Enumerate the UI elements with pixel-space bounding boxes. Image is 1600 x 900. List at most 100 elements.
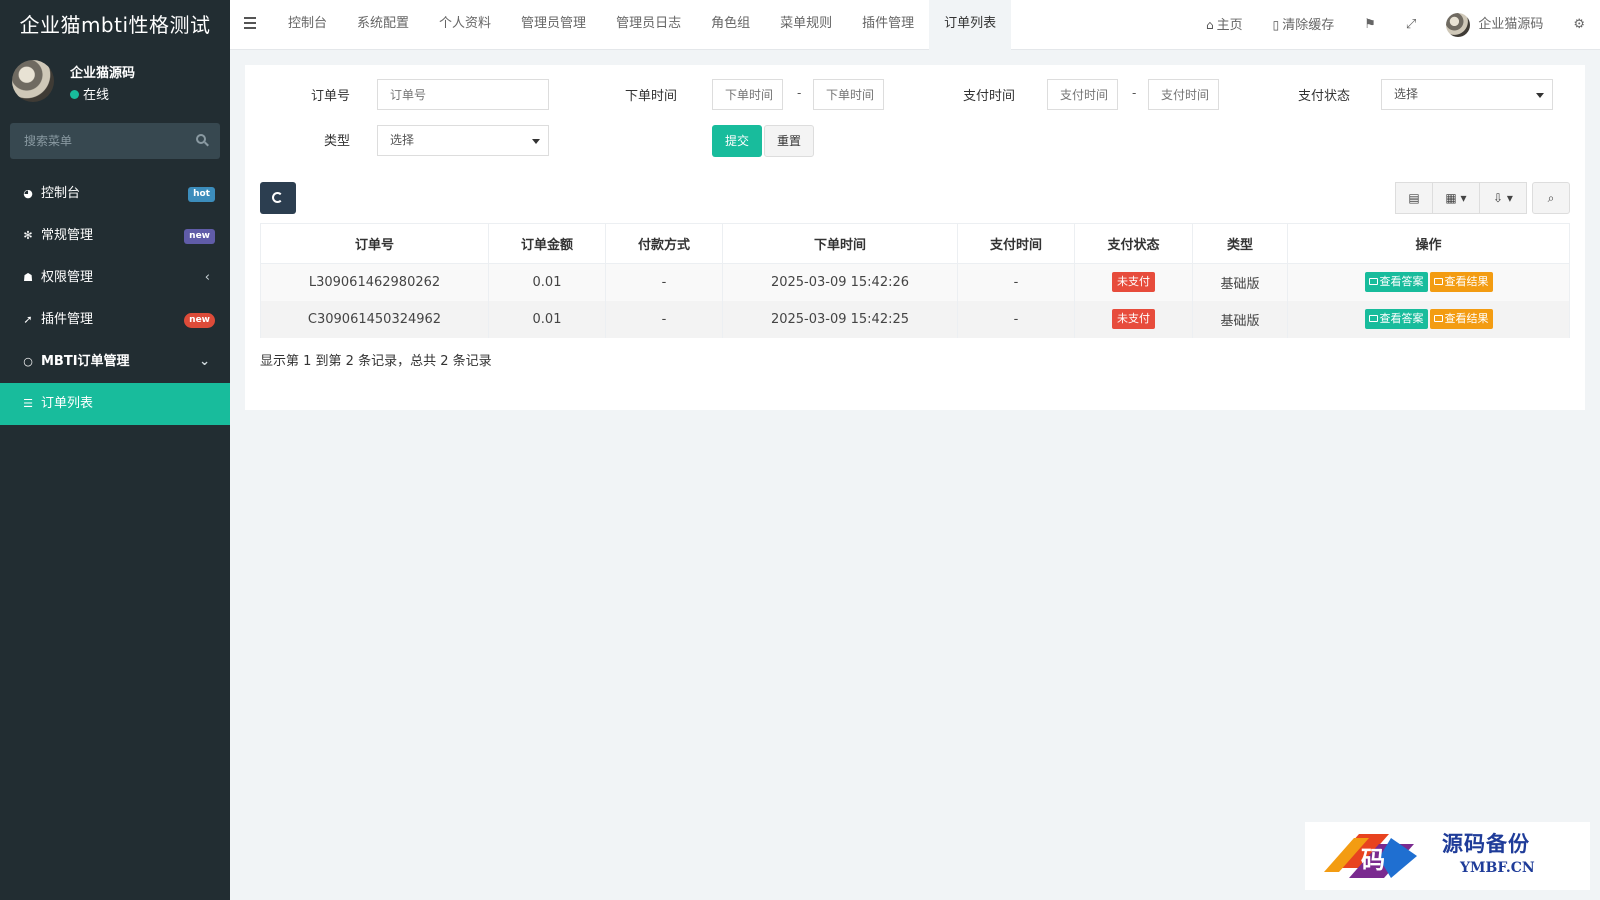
type-cell: 基础版 [1192,263,1288,301]
pay-time-from-input[interactable] [1047,79,1118,110]
table-row[interactable]: L309061462980262 0.01 - 2025-03-09 15:42… [260,263,1570,301]
export-button[interactable]: ⇩ ▾ [1479,182,1527,214]
chevron-left-icon: ‹ [204,270,210,285]
pay-method-cell: - [605,263,723,301]
pay-time-cell: - [957,263,1075,301]
top-navbar: 控制台 系统配置 个人资料 管理员管理 管理员日志 角色组 菜单规则 插件管理 … [230,0,1600,50]
tab-profile[interactable]: 个人资料 [424,0,506,50]
clear-cache-button[interactable]: ▯ 清除缓存 [1258,0,1350,51]
view-answer-button[interactable]: 查看答案 [1364,272,1428,293]
trash-icon: ▯ [1272,17,1280,32]
search-icon[interactable] [196,134,206,144]
order-time-to-input[interactable] [813,79,884,110]
app-brand[interactable]: 企业猫mbti性格测试 [0,0,230,50]
view-answer-label: 查看答案 [1379,275,1424,289]
rocket-icon: ➚ [23,313,33,326]
tab-menu-rules[interactable]: 菜单规则 [765,0,847,50]
table-row[interactable]: C309061450324962 0.01 - 2025-03-09 15:42… [260,300,1570,338]
type-cell: 基础版 [1192,300,1288,338]
sidebar-search-input[interactable] [10,123,220,159]
tab-role-group[interactable]: 角色组 [696,0,765,50]
tab-plugins[interactable]: 插件管理 [847,0,929,50]
refresh-button[interactable] [260,182,296,214]
toggle-view-button[interactable]: ▤ [1395,182,1433,214]
order-time-cell: 2025-03-09 15:42:25 [722,300,958,338]
watermark-en-text: YMBF.CN [1460,860,1535,876]
view-answer-button[interactable]: 查看答案 [1364,309,1428,329]
amount-cell: 0.01 [488,300,606,338]
submit-button[interactable]: 提交 [712,125,762,157]
table-search-button[interactable]: ⌕ [1532,182,1570,214]
column-header[interactable]: 订单号 [260,223,489,264]
folder-icon [1433,315,1443,322]
chevron-down-icon: ⌄ [199,354,210,369]
columns-icon: ▦ ▾ [1445,191,1467,205]
column-header[interactable]: 下单时间 [722,223,958,264]
pay-status-label: 支付状态 [1297,89,1350,104]
column-header[interactable]: 类型 [1192,223,1288,264]
pay-status-select[interactable]: 选择 [1381,79,1553,110]
new-badge: new [184,313,215,328]
language-icon[interactable]: ⚑ [1349,0,1391,50]
cogs-icon: ✻ [23,229,33,242]
reset-button[interactable]: 重置 [764,125,814,157]
sidebar-item-label: 权限管理 [41,270,94,285]
sidebar-item-mbti-orders[interactable]: ○ MBTI订单管理 ⌄ [0,341,230,383]
avatar [12,60,54,102]
order-time-from-input[interactable] [712,79,783,110]
sidebar-item-permissions[interactable]: ☗ 权限管理 ‹ [0,257,230,299]
view-result-button[interactable]: 查看结果 [1429,309,1493,329]
operations-cell: 查看答案 查看结果 [1287,300,1570,338]
column-header[interactable]: 付款方式 [605,223,723,264]
sidebar-item-plugins[interactable]: ➚ 插件管理 new [0,299,230,341]
order-time-cell: 2025-03-09 15:42:26 [722,263,958,301]
view-result-button[interactable]: 查看结果 [1429,272,1493,293]
column-header[interactable]: 支付状态 [1074,223,1193,264]
watermark-logo-icon: 码 [1324,834,1417,878]
order-no-cell: L309061462980262 [260,263,489,301]
tab-order-list[interactable]: 订单列表 [929,0,1012,50]
operations-cell: 查看答案 查看结果 [1287,263,1570,301]
user-status-text: 在线 [83,88,110,103]
orders-table: 订单号 订单金额 付款方式 下单时间 支付时间 支付状态 类型 操作 L3090… [260,223,1570,338]
sidebar-toggle-icon[interactable] [244,17,256,31]
order-time-label: 下单时间 [624,89,677,104]
order-no-input[interactable] [377,79,549,110]
tab-admin-manage[interactable]: 管理员管理 [506,0,601,50]
pay-status-value: 选择 [1394,87,1419,101]
order-no-label: 订单号 [310,89,350,104]
sidebar-item-order-list[interactable]: ☰ 订单列表 [0,383,230,425]
user-menu[interactable]: 企业猫源码 [1431,0,1558,50]
user-name: 企业猫源码 [70,66,136,81]
sidebar-item-general[interactable]: ✻ 常规管理 new [0,215,230,257]
home-link[interactable]: ⌂ 主页 [1191,0,1258,51]
folder-icon [1433,278,1443,286]
column-header[interactable]: 支付时间 [957,223,1075,264]
pay-time-to-input[interactable] [1148,79,1219,110]
fullscreen-icon[interactable]: ⤢ [1391,0,1431,50]
table-header-row: 订单号 订单金额 付款方式 下单时间 支付时间 支付状态 类型 操作 [260,223,1570,264]
search-icon: ⌕ [1547,191,1555,205]
list-view-icon: ▤ [1408,191,1420,205]
tab-dashboard[interactable]: 控制台 [273,0,342,50]
order-list-panel: 订单号 下单时间 - 支付时间 - 支付状态 选择 类型 选择 提交 重置 ▤ … [245,65,1585,410]
sidebar-item-label: 控制台 [41,186,81,201]
watermark-logo-char: 码 [1361,845,1385,874]
users-icon: ☗ [23,271,33,284]
tab-bar: 控制台 系统配置 个人资料 管理员管理 管理员日志 角色组 菜单规则 插件管理 … [273,0,1012,50]
tab-admin-log[interactable]: 管理员日志 [601,0,696,50]
sidebar-search [10,123,220,159]
dashboard-icon: ◕ [23,187,33,200]
new-badge: new [184,229,215,244]
column-header[interactable]: 订单金额 [488,223,606,264]
status-cell: 未支付 [1074,263,1193,301]
sidebar-item-dashboard[interactable]: ◕ 控制台 hot [0,173,230,215]
settings-icon[interactable]: ⚙ [1558,0,1600,50]
type-value: 选择 [390,133,415,147]
columns-button[interactable]: ▦ ▾ [1432,182,1480,214]
status-cell: 未支付 [1074,300,1193,338]
avatar [1446,12,1471,37]
tab-system-config[interactable]: 系统配置 [342,0,424,50]
sidebar: 企业猫mbti性格测试 企业猫源码 在线 ◕控制台 hot ✻常规管理 new … [0,0,230,900]
type-select[interactable]: 选择 [377,125,549,156]
